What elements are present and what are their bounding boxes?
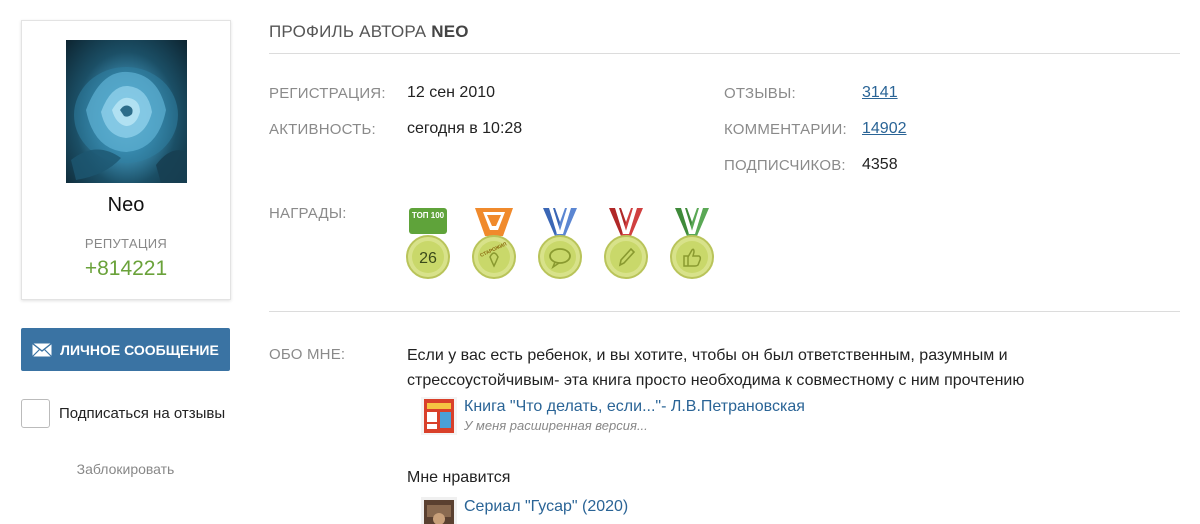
username: Neo (107, 194, 145, 216)
series-cover-icon (421, 497, 457, 524)
block-user-link[interactable]: Заблокировать (21, 461, 230, 477)
rose-image (71, 67, 187, 183)
favorite-series[interactable]: Сериал "Гусар" (2020) (421, 497, 628, 524)
top100-medal-icon[interactable]: ТОП 100 26 (405, 204, 451, 282)
private-message-label: ЛИЧНОЕ СООБЩЕНИЕ (60, 341, 219, 358)
top100-rank: 26 (419, 250, 437, 267)
reviews-count-link[interactable]: 3141 (862, 84, 898, 102)
pencil-medal-icon[interactable] (603, 204, 649, 282)
private-message-button[interactable]: ЛИЧНОЕ СООБЩЕНИЕ (21, 328, 230, 371)
subscribers-label: ПОДПИСЧИКОВ: (724, 157, 846, 174)
thumbs-up-medal-icon[interactable] (669, 204, 715, 282)
subscribe-checkbox[interactable] (21, 399, 50, 428)
activity-value: сегодня в 10:28 (407, 120, 523, 137)
top100-label: ТОП 100 (412, 211, 445, 220)
about-label: ОБО МНЕ: (269, 346, 346, 363)
favorite-book[interactable]: Книга "Что делать, если..."- Л.В.Петрано… (421, 397, 805, 435)
book-cover-icon (421, 397, 457, 435)
book-note: У меня расширенная версия... (464, 418, 648, 433)
book-title-link[interactable]: Книга "Что делать, если..."- Л.В.Петрано… (464, 397, 805, 417)
registration-value: 12 сен 2010 (407, 84, 496, 101)
avatar[interactable] (66, 40, 187, 183)
comments-label: КОММЕНТАРИИ: (724, 121, 847, 138)
likes-heading: Мне нравится (407, 469, 511, 486)
section-divider (269, 311, 1180, 312)
envelope-icon (32, 342, 53, 357)
activity-label: АКТИВНОСТЬ: (269, 121, 376, 138)
page-title: ПРОФИЛЬ АВТОРА NEO (269, 22, 469, 42)
reputation-value: +814221 (84, 257, 168, 280)
page-title-name: NEO (431, 22, 469, 41)
about-text: Если у вас есть ребенок, и вы хотите, чт… (407, 347, 1025, 389)
series-title-link[interactable]: Сериал "Гусар" (2020) (464, 497, 628, 517)
speech-bubble-medal-icon[interactable] (537, 204, 583, 282)
subscribe-toggle[interactable]: Подписаться на отзывы (21, 399, 225, 428)
awards-label: НАГРАДЫ: (269, 205, 347, 222)
title-divider (269, 53, 1180, 54)
awards-list: ТОП 100 26 СТАРОЖИЛ (405, 204, 715, 282)
old-timer-medal-icon[interactable]: СТАРОЖИЛ (471, 204, 517, 282)
page-title-prefix: ПРОФИЛЬ АВТОРА (269, 22, 432, 41)
subscribe-label[interactable]: Подписаться на отзывы (59, 405, 225, 422)
subscribers-value: 4358 (862, 156, 898, 173)
reviews-label: ОТЗЫВЫ: (724, 85, 796, 102)
profile-card: Neo РЕПУТАЦИЯ +814221 (21, 20, 231, 300)
reputation-label: РЕПУТАЦИЯ (84, 236, 168, 251)
comments-count-link[interactable]: 14902 (862, 120, 907, 138)
registration-label: РЕГИСТРАЦИЯ: (269, 85, 386, 102)
